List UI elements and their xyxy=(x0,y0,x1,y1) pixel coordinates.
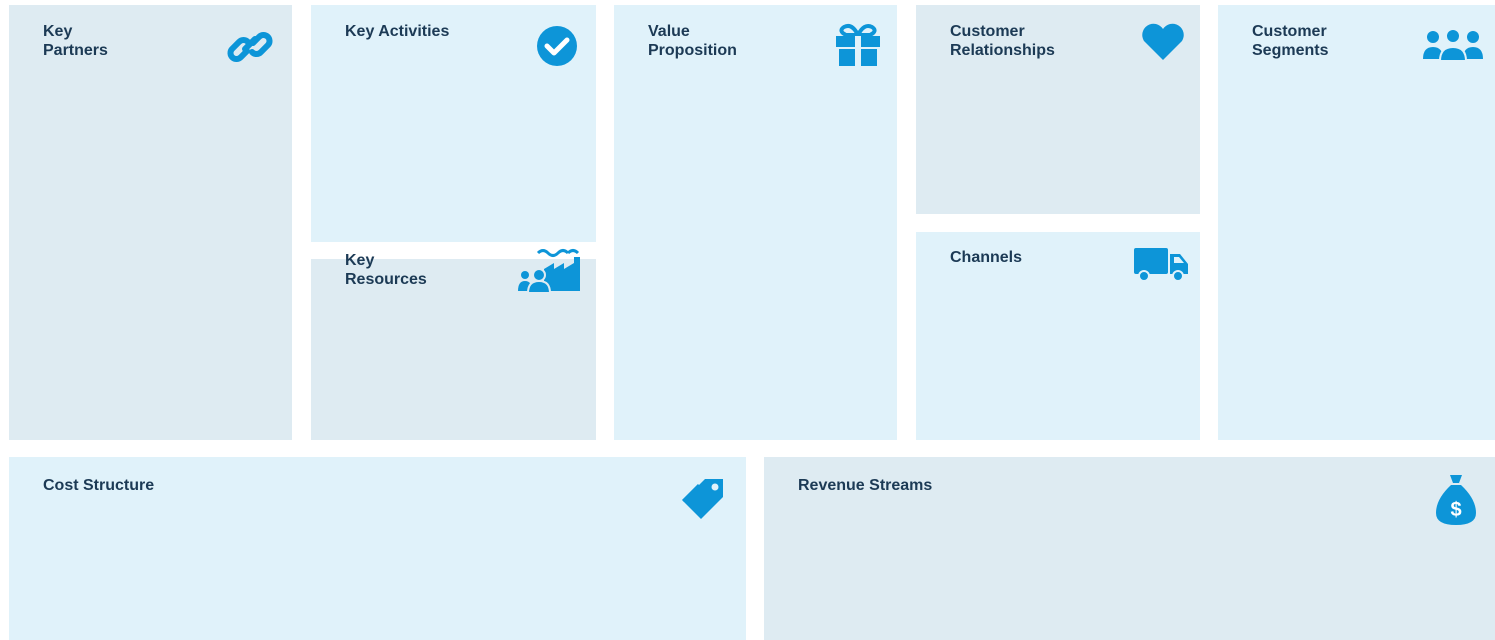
customer-segments-title: Customer Segments xyxy=(1252,23,1329,59)
truck-icon xyxy=(1132,246,1190,282)
key-activities-title: Key Activities xyxy=(345,23,450,40)
check-circle-icon xyxy=(536,25,578,67)
customer-segments-block: Customer Segments xyxy=(1218,5,1495,440)
svg-text:$: $ xyxy=(1450,499,1461,521)
value-proposition-block: Value Proposition xyxy=(614,5,897,440)
customer-relationships-title: Customer Relationships xyxy=(950,23,1055,59)
key-activities-block: Key Activities xyxy=(311,5,596,242)
key-partners-block: Key Partners xyxy=(9,5,292,440)
money-bag-icon: $ xyxy=(1434,471,1478,527)
value-proposition-title: Value Proposition xyxy=(648,23,737,59)
revenue-streams-block: Revenue Streams $ xyxy=(764,457,1495,640)
customer-relationships-block: Customer Relationships xyxy=(916,5,1200,214)
revenue-streams-title: Revenue Streams xyxy=(798,477,933,494)
key-resources-title: Key Resources xyxy=(345,252,427,288)
link-icon xyxy=(227,27,273,67)
cost-structure-block: Cost Structure xyxy=(9,457,746,640)
key-resources-block: Key Resources xyxy=(311,249,596,440)
cost-structure-title: Cost Structure xyxy=(43,477,155,494)
price-tag-icon xyxy=(681,475,729,527)
gift-icon xyxy=(834,23,882,67)
users-group-icon xyxy=(1422,25,1484,63)
channels-block: Channels xyxy=(916,232,1200,440)
heart-icon xyxy=(1140,23,1186,61)
key-partners-title: Key Partners xyxy=(43,23,108,59)
channels-title: Channels xyxy=(950,249,1023,266)
factory-people-icon xyxy=(516,247,582,293)
